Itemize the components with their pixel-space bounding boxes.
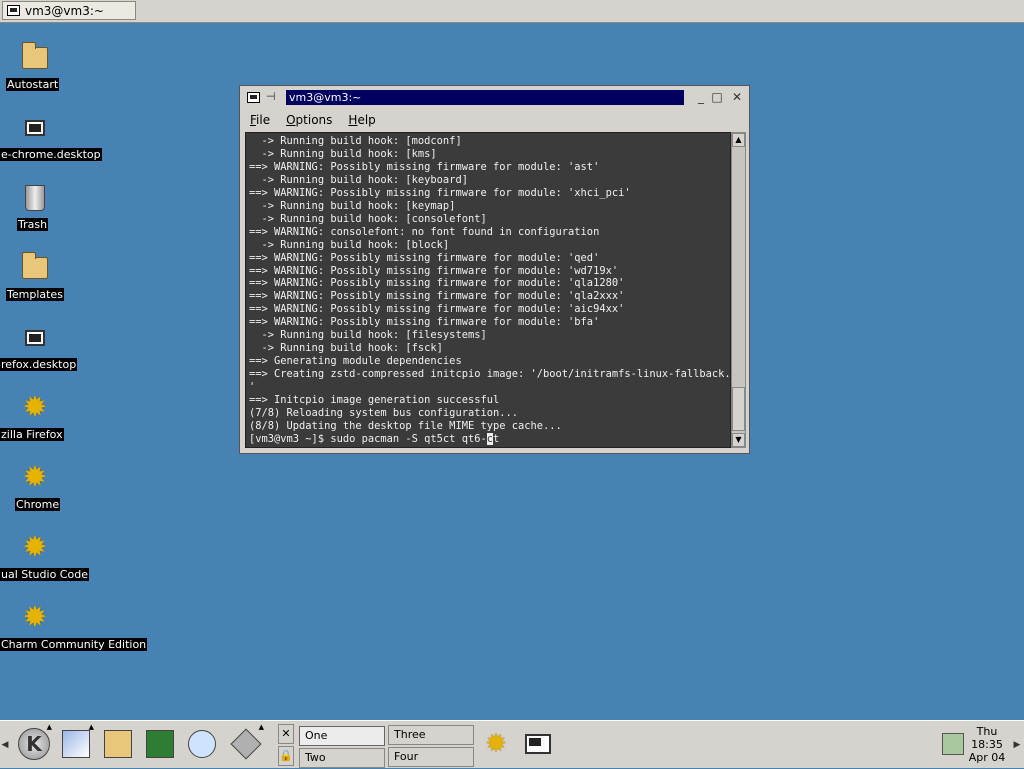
clock-time: 18:35 bbox=[971, 738, 1003, 751]
desktop-icon-label: Templates bbox=[6, 288, 64, 301]
desktop-switch-four[interactable]: Four bbox=[388, 747, 474, 767]
terminal-lines: -> Running build hook: [modconf] -> Runn… bbox=[249, 135, 731, 432]
minimize-button[interactable]: _ bbox=[694, 90, 708, 104]
close-button[interactable]: ✕ bbox=[730, 90, 744, 104]
system-monitor-button[interactable] bbox=[140, 724, 180, 764]
terminal-line: ==> WARNING: Possibly missing firmware f… bbox=[249, 160, 600, 173]
window-list-button[interactable]: ▲ bbox=[56, 723, 96, 764]
scroll-down-arrow[interactable]: ▼ bbox=[732, 433, 745, 447]
terminal-icon bbox=[525, 734, 551, 754]
command-prompt: [vm3@vm3 ~]$ sudo pacman -S qt5ct qt6- bbox=[249, 432, 487, 445]
terminal-line: ==> WARNING: Possibly missing firmware f… bbox=[249, 316, 600, 329]
desktop-icon-label: Trash bbox=[17, 218, 49, 231]
clock-day: Thu bbox=[976, 725, 998, 738]
tools-icon bbox=[230, 728, 262, 760]
find-files-button[interactable] bbox=[182, 724, 222, 764]
terminal-line: ==> WARNING: Possibly missing firmware f… bbox=[249, 264, 619, 277]
terminal-line: (8/8) Updating the desktop file MIME typ… bbox=[249, 419, 562, 432]
magnifier-icon bbox=[188, 730, 216, 758]
desktop-icon-label: Autostart bbox=[6, 78, 60, 91]
gear-icon: ✹ bbox=[22, 530, 48, 565]
desktop-icon-label: ual Studio Code bbox=[0, 568, 89, 581]
terminal-line: ' bbox=[249, 381, 256, 394]
trash-icon bbox=[25, 185, 45, 211]
terminal-line: -> Running build hook: [consolefont] bbox=[261, 212, 487, 225]
lock-icon[interactable]: 🔒 bbox=[278, 746, 294, 766]
settings-tools-button[interactable]: ▲ bbox=[226, 723, 266, 764]
menu-help[interactable]: Help bbox=[340, 110, 383, 130]
desktop-icon-label: Chrome bbox=[15, 498, 61, 511]
terminal-line: ==> WARNING: Possibly missing firmware f… bbox=[249, 251, 600, 264]
desktop-icon-label: Charm Community Edition bbox=[0, 638, 148, 651]
folder-icon bbox=[22, 252, 48, 279]
maximize-button[interactable]: □ bbox=[710, 90, 724, 104]
terminal-line: -> Running build hook: [filesystems] bbox=[261, 329, 487, 342]
window-titlebar[interactable]: ⊣ vm3@vm3:~ _ □ ✕ bbox=[242, 88, 747, 108]
terminal-window: ⊣ vm3@vm3:~ _ □ ✕ File Options Help -> R… bbox=[239, 85, 750, 454]
close-icon[interactable]: ✕ bbox=[278, 724, 294, 744]
gear-icon: ✹ bbox=[22, 460, 48, 495]
app-launcher-button[interactable]: ✹ bbox=[476, 724, 516, 764]
terminal-icon bbox=[7, 5, 20, 16]
terminal-line: -> Running build hook: [keymap] bbox=[261, 199, 456, 212]
terminal-icon bbox=[247, 92, 260, 103]
terminal-output[interactable]: -> Running build hook: [modconf] -> Runn… bbox=[245, 132, 731, 448]
terminal-line: -> Running build hook: [modconf] bbox=[261, 135, 462, 147]
desktop-switch-two[interactable]: Two bbox=[299, 748, 385, 768]
window-title: vm3@vm3:~ bbox=[286, 90, 684, 105]
terminal-launcher-button[interactable] bbox=[518, 724, 558, 764]
terminal-line: -> Running build hook: [fsck] bbox=[261, 342, 443, 355]
pin-icon[interactable]: ⊣ bbox=[266, 90, 276, 103]
menubar: File Options Help bbox=[242, 110, 747, 130]
terminal-line: ==> WARNING: Possibly missing firmware f… bbox=[249, 186, 631, 199]
k-menu-button[interactable]: K ▲ bbox=[14, 723, 54, 764]
terminal-line: ==> WARNING: consolefont: no font found … bbox=[249, 225, 600, 238]
taskbar-task-terminal[interactable]: vm3@vm3:~ bbox=[2, 1, 136, 20]
home-folder-button[interactable] bbox=[98, 724, 138, 764]
desktop-icon-label: zilla Firefox bbox=[0, 428, 64, 441]
clock-date: Apr 04 bbox=[968, 751, 1006, 764]
panel-hide-right-arrow[interactable]: ▶ bbox=[1012, 721, 1022, 769]
tray-icon[interactable] bbox=[942, 733, 964, 755]
terminal-line: ==> Generating module dependencies bbox=[249, 355, 462, 368]
top-taskbar: vm3@vm3:~ bbox=[0, 0, 1024, 23]
terminal-line: ==> Creating zstd-compressed initcpio im… bbox=[249, 368, 731, 381]
folder-icon bbox=[22, 42, 48, 69]
windows-icon bbox=[62, 730, 90, 758]
prompt-tail: t bbox=[492, 432, 500, 445]
terminal-line: ==> WARNING: Possibly missing firmware f… bbox=[249, 303, 625, 316]
scroll-up-arrow[interactable]: ▲ bbox=[732, 133, 745, 147]
vertical-scrollbar[interactable]: ▲ ▼ bbox=[731, 132, 746, 448]
gear-icon: ✹ bbox=[22, 390, 48, 425]
menu-options[interactable]: Options bbox=[278, 110, 340, 130]
bottom-panel: ◀ K ▲ ▲ ▲ ✕ 🔒 One Two Three Four ✹ Thu 18… bbox=[0, 720, 1024, 768]
terminal-file-icon bbox=[25, 120, 45, 136]
menu-file[interactable]: File bbox=[242, 110, 278, 130]
clock[interactable]: Thu 18:35 Apr 04 bbox=[966, 725, 1008, 764]
gear-icon: ✹ bbox=[485, 729, 507, 759]
home-icon bbox=[104, 730, 132, 758]
desktop-icon-label: refox.desktop bbox=[0, 358, 78, 371]
terminal-line: ==> WARNING: Possibly missing firmware f… bbox=[249, 290, 625, 303]
desktop-switch-three[interactable]: Three bbox=[388, 725, 474, 745]
terminal-line: ==> Initcpio image generation successful bbox=[249, 394, 500, 407]
terminal-line: -> Running build hook: [kms] bbox=[261, 147, 437, 160]
desktop-icon-label: e-chrome.desktop bbox=[0, 148, 102, 161]
scrollbar-thumb[interactable] bbox=[732, 387, 745, 431]
terminal-line: (7/8) Reloading system bus configuration… bbox=[249, 407, 518, 420]
terminal-line: -> Running build hook: [block] bbox=[261, 238, 450, 251]
task-label: vm3@vm3:~ bbox=[25, 3, 104, 18]
panel-hide-left-arrow[interactable]: ◀ bbox=[0, 721, 10, 769]
terminal-line: -> Running build hook: [keyboard] bbox=[261, 173, 468, 186]
gear-icon: ✹ bbox=[22, 600, 48, 635]
k-menu-icon: K bbox=[18, 728, 50, 760]
terminal-file-icon bbox=[25, 330, 45, 346]
monitor-icon bbox=[146, 730, 174, 758]
desktop-switch-one[interactable]: One bbox=[299, 726, 385, 746]
terminal-line: ==> WARNING: Possibly missing firmware f… bbox=[249, 277, 625, 290]
